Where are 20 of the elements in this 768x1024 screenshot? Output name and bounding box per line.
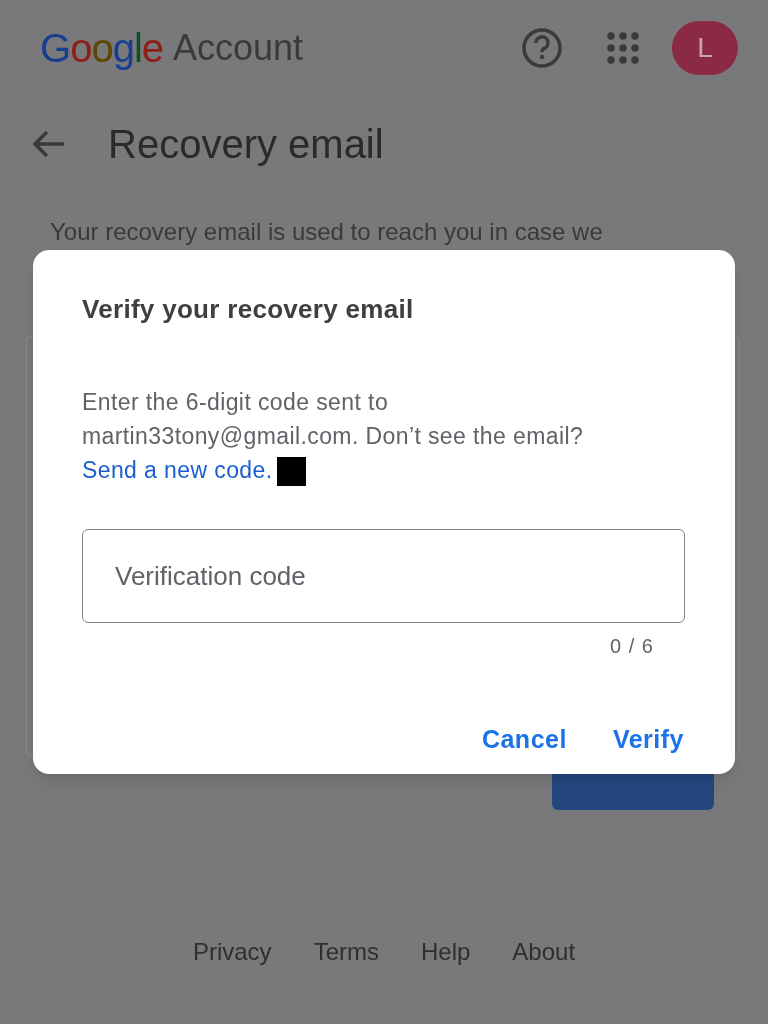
- page-title: Recovery email: [108, 121, 384, 168]
- avatar[interactable]: L: [672, 21, 738, 75]
- footer-link[interactable]: Privacy: [192, 934, 272, 970]
- footer-link[interactable]: About: [512, 934, 576, 970]
- footer-link[interactable]: Help: [420, 934, 471, 970]
- apps-grid-icon[interactable]: [606, 31, 640, 65]
- logo: Google: [40, 25, 163, 72]
- dialog-title: Verify your recovery email: [82, 293, 415, 326]
- help-icon[interactable]: [520, 26, 564, 70]
- product-name: Account: [173, 26, 304, 70]
- dialog-message: Enter the 6-digit code sent to martin33tony@gmail.com. Don’t see the email? Send a new code.: [82, 385, 612, 487]
- footer-link[interactable]: Terms: [313, 934, 379, 970]
- back-arrow-icon[interactable]: [32, 130, 66, 158]
- description-text: Your recovery email is used to reach you in case we: [50, 217, 604, 247]
- redaction-block: [276, 457, 306, 487]
- verify-button[interactable]: Verify: [604, 717, 692, 763]
- cancel-button[interactable]: Cancel: [473, 717, 575, 763]
- verification-code-field[interactable]: Verification code: [82, 529, 685, 623]
- character-counter: 0 / 6: [610, 634, 654, 659]
- send-new-code-link[interactable]: Send a new code.: [82, 457, 273, 483]
